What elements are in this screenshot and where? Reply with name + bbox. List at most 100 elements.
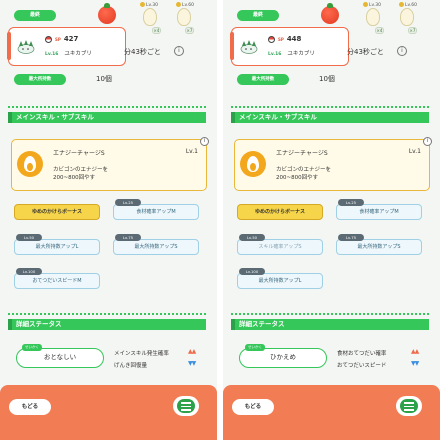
- footer-bar: もどる: [0, 385, 217, 440]
- status-section-header: 詳細ステータス: [231, 319, 429, 330]
- back-button[interactable]: もどる: [232, 399, 274, 415]
- nature-button[interactable]: ひかえめ: [239, 348, 327, 368]
- pokemon-name: ユキカブリ: [287, 51, 315, 57]
- cp-label: SP: [55, 36, 61, 42]
- card-accent: [7, 32, 11, 60]
- screenshot-root: 最終 Lv.30 Lv.60 ×4 ×7 SP 427 Lv.16 ユキカブリ …: [0, 0, 440, 440]
- main-skill-description: カビゴンのエナジーを 200~800回やす: [53, 166, 153, 182]
- pokemon-level: Lv.16: [268, 52, 282, 57]
- section-stripe: [8, 313, 206, 315]
- top-bar: 最終 Lv.30 Lv.60 ×4 ×7: [0, 0, 217, 34]
- section-stripe: [231, 106, 429, 108]
- subskill-level-tag: Lv.75: [115, 234, 141, 241]
- cp-row: SP 448: [268, 35, 301, 43]
- count-pill: ×7: [185, 27, 194, 34]
- main-skill-description: カビゴンのエナジーを 200~800回やす: [276, 166, 376, 182]
- help-interval: 分43秒ごと: [124, 48, 161, 56]
- egg-icon: [177, 8, 191, 26]
- up-arrows-icon: ▲▲: [411, 348, 419, 355]
- egg-icon: [143, 8, 157, 26]
- desc-line: 200~800回やす: [276, 175, 319, 181]
- cp-label: SP: [278, 36, 284, 42]
- section-stripe: [231, 313, 429, 315]
- subskill-button[interactable]: ゆめのかけらボーナス: [237, 204, 323, 220]
- subskill-button[interactable]: 最大所持数アップS: [113, 239, 199, 255]
- level-row: Lv.16 ユキカブリ: [268, 49, 315, 57]
- section-stripe: [8, 106, 206, 108]
- desc-line: カビゴンのエナジーを: [53, 167, 109, 173]
- egg-icon: [400, 8, 414, 26]
- egg-icon: [366, 8, 380, 26]
- pokemon-level: Lv.16: [45, 52, 59, 57]
- subskill-button[interactable]: おてつだいスピードM: [14, 273, 100, 289]
- info-icon[interactable]: i: [174, 46, 184, 56]
- menu-button[interactable]: [396, 396, 422, 416]
- cp-row: SP 427: [45, 35, 78, 43]
- tomato-icon: [321, 3, 339, 24]
- subskill-button[interactable]: 最大所持数アップS: [336, 239, 422, 255]
- max-carry-value: 10個: [319, 75, 335, 83]
- subskill-level-tag: Lv.25: [115, 199, 141, 206]
- skills-section-header: メインスキル・サブスキル: [231, 112, 429, 123]
- cp-value: 427: [63, 35, 79, 43]
- subskill-button[interactable]: 食材確率アップM: [113, 204, 199, 220]
- pokeball-icon: [268, 35, 275, 43]
- down-arrows-icon: ▼▼: [188, 360, 196, 367]
- subskill-button[interactable]: 食材確率アップM: [336, 204, 422, 220]
- max-carry-value: 10個: [96, 75, 112, 83]
- final-badge: 最終: [237, 10, 279, 21]
- cp-value: 448: [286, 35, 302, 43]
- nature-up-effect: メインスキル発生確率: [114, 351, 169, 357]
- count-pill: ×4: [375, 27, 384, 34]
- nature-tag: せいかく: [245, 344, 265, 351]
- status-section-header: 詳細ステータス: [8, 319, 206, 330]
- help-interval: 分43秒ごと: [347, 48, 384, 56]
- down-arrows-icon: ▼▼: [411, 360, 419, 367]
- main-skill-name: エナジーチャージS: [53, 150, 105, 157]
- up-arrows-icon: ▲▲: [188, 348, 196, 355]
- fire-icon: [240, 151, 266, 177]
- subskill-button[interactable]: 最大所持数アップL: [237, 273, 323, 289]
- main-skill-card[interactable]: エナジーチャージS Lv.1 カビゴンのエナジーを 200~800回やす: [11, 139, 207, 191]
- count-pill: ×4: [152, 27, 161, 34]
- pokemon-card[interactable]: SP 448 Lv.16 ユキカブリ: [230, 27, 349, 66]
- nature-up-effect: 食材おてつだい確率: [337, 351, 387, 357]
- subskill-level-tag: Lv.50: [239, 234, 265, 241]
- subskill-button[interactable]: 最大所持数アップL: [14, 239, 100, 255]
- main-skill-card[interactable]: エナジーチャージS Lv.1 カビゴンのエナジーを 200~800回やす: [234, 139, 430, 191]
- detail-panel-left: 最終 Lv.30 Lv.60 ×4 ×7 SP 427 Lv.16 ユキカブリ …: [0, 0, 217, 440]
- final-badge: 最終: [14, 10, 56, 21]
- skills-section-header: メインスキル・サブスキル: [8, 112, 206, 123]
- card-accent: [230, 32, 234, 60]
- nature-down-effect: おてつだいスピード: [337, 363, 387, 369]
- detail-panel-right: 最終 Lv.30 Lv.60 ×4 ×7 SP 448 Lv.16 ユキカブリ …: [223, 0, 440, 440]
- pokemon-icon: [240, 40, 258, 54]
- subskill-level-tag: Lv.50: [16, 234, 42, 241]
- max-carry-label: 最大所持数: [14, 74, 66, 85]
- fire-icon: [17, 151, 43, 177]
- pokemon-name: ユキカブリ: [64, 51, 92, 57]
- info-icon[interactable]: i: [200, 137, 209, 146]
- menu-button[interactable]: [173, 396, 199, 416]
- footer-bar: もどる: [223, 385, 440, 440]
- subskill-level-tag: Lv.75: [338, 234, 364, 241]
- desc-line: 200~800回やす: [53, 175, 96, 181]
- main-skill-name: エナジーチャージS: [276, 150, 328, 157]
- info-icon[interactable]: i: [423, 137, 432, 146]
- count-pill: ×7: [408, 27, 417, 34]
- subskill-button[interactable]: スキル確率アップS: [237, 239, 323, 255]
- pokeball-icon: [45, 35, 52, 43]
- subskill-level-tag: Lv.100: [16, 268, 42, 275]
- top-bar: 最終 Lv.30 Lv.60 ×4 ×7: [223, 0, 440, 34]
- info-icon[interactable]: i: [397, 46, 407, 56]
- subskill-level-tag: Lv.25: [338, 199, 364, 206]
- subskill-button[interactable]: ゆめのかけらボーナス: [14, 204, 100, 220]
- nature-tag: せいかく: [22, 344, 42, 351]
- nature-down-effect: げんき回復量: [114, 363, 148, 369]
- subskill-level-tag: Lv.100: [239, 268, 265, 275]
- tomato-icon: [98, 3, 116, 24]
- back-button[interactable]: もどる: [9, 399, 51, 415]
- pokemon-card[interactable]: SP 427 Lv.16 ユキカブリ: [7, 27, 126, 66]
- desc-line: カビゴンのエナジーを: [276, 167, 332, 173]
- nature-button[interactable]: おとなしい: [16, 348, 104, 368]
